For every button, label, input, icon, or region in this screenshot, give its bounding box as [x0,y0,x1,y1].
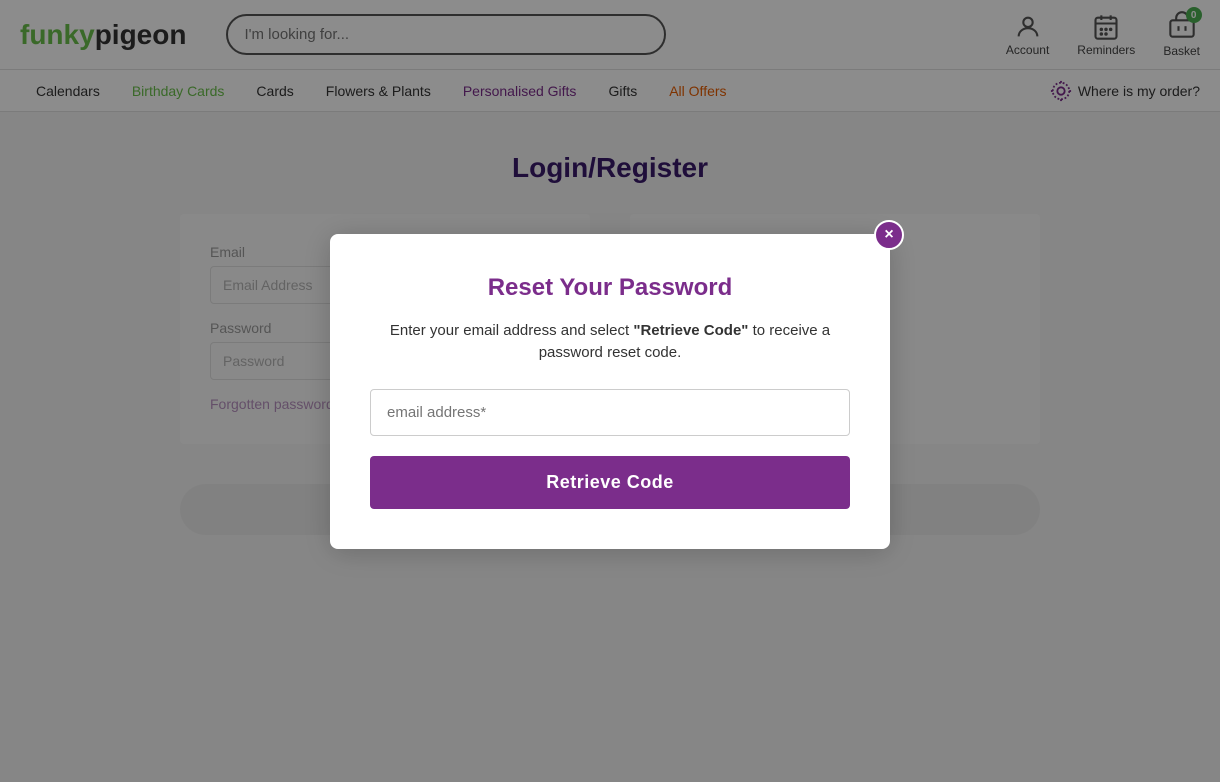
modal-close-button[interactable]: × [874,220,904,250]
modal-title: Reset Your Password [370,274,850,302]
modal-overlay[interactable]: × Reset Your Password Enter your email a… [0,0,1220,782]
retrieve-code-button[interactable]: Retrieve Code [370,456,850,509]
reset-password-modal: × Reset Your Password Enter your email a… [330,234,890,549]
reset-email-input[interactable] [370,389,850,436]
modal-desc-start: Enter your email address and select [390,322,633,339]
modal-desc-bold: "Retrieve Code" [633,322,748,339]
modal-description: Enter your email address and select "Ret… [370,320,850,365]
